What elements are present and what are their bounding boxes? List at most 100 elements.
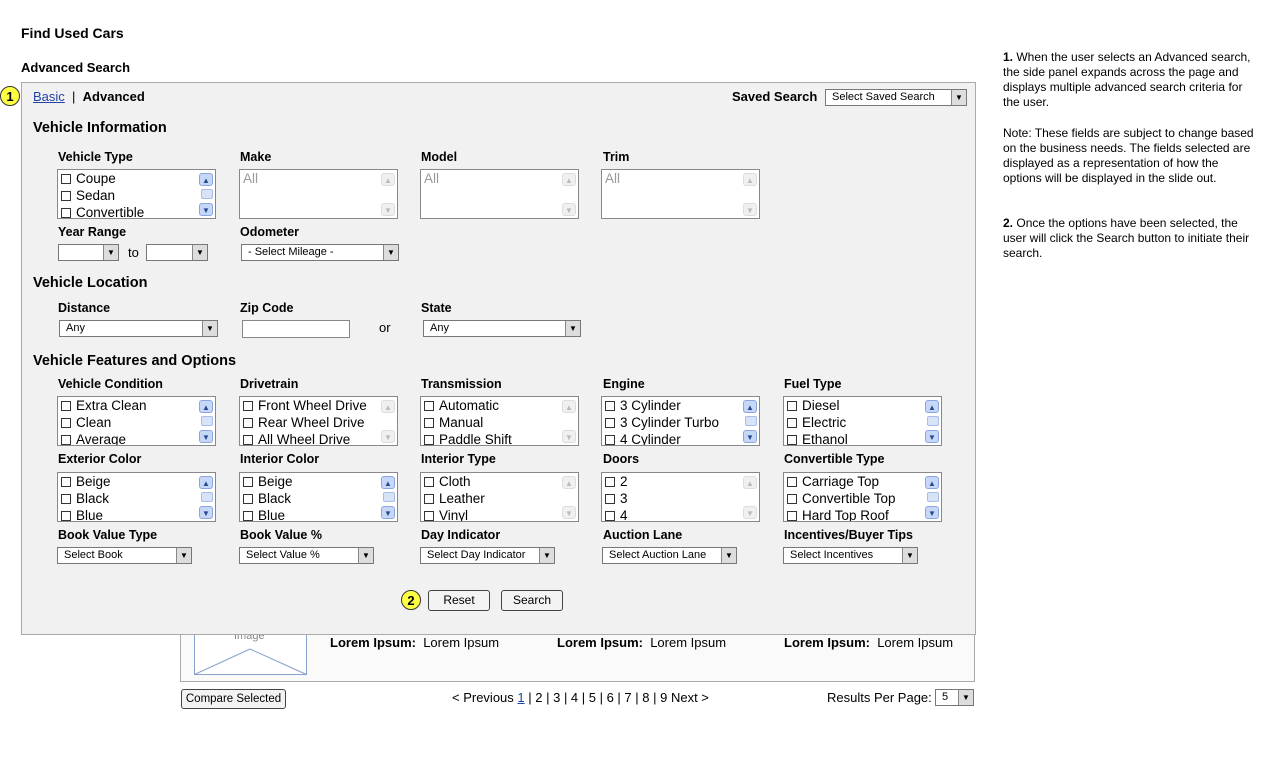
distance-select[interactable]: Any ▼ xyxy=(59,320,218,337)
chevron-up-icon[interactable]: ▲ xyxy=(381,476,395,489)
book-value-pct-select[interactable]: Select Value % ▼ xyxy=(239,547,374,564)
checkbox[interactable] xyxy=(243,493,253,504)
state-select[interactable]: Any ▼ xyxy=(423,320,581,337)
list-item[interactable]: Hard Top Roof xyxy=(787,507,923,521)
checkbox[interactable] xyxy=(605,476,615,487)
chevron-up-icon[interactable]: ▲ xyxy=(381,173,395,186)
checkbox[interactable] xyxy=(787,400,797,411)
checkbox[interactable] xyxy=(61,510,71,521)
scroll-thumb[interactable] xyxy=(201,189,213,199)
list-item[interactable]: Coupe xyxy=(61,170,197,187)
list-item[interactable]: Black xyxy=(243,490,379,507)
search-button[interactable]: Search xyxy=(501,590,563,611)
checkbox[interactable] xyxy=(787,417,797,428)
model-list[interactable]: All ▲ ▼ xyxy=(420,169,579,219)
chevron-up-icon[interactable]: ▲ xyxy=(925,400,939,413)
chevron-up-icon[interactable]: ▲ xyxy=(743,400,757,413)
vehicle-condition-list[interactable]: Extra Clean Clean Average ▲ ▼ xyxy=(57,396,216,446)
checkbox[interactable] xyxy=(61,417,71,428)
checkbox[interactable] xyxy=(605,400,615,411)
chevron-up-icon[interactable]: ▲ xyxy=(199,173,213,186)
list-item[interactable]: Clean xyxy=(61,414,197,431)
interior-type-list[interactable]: Cloth Leather Vinyl ▲ ▼ xyxy=(420,472,579,522)
checkbox[interactable] xyxy=(243,417,253,428)
scroll-thumb[interactable] xyxy=(383,492,395,502)
checkbox[interactable] xyxy=(605,510,615,521)
checkbox[interactable] xyxy=(605,493,615,504)
checkbox[interactable] xyxy=(605,417,615,428)
chevron-up-icon[interactable]: ▲ xyxy=(199,476,213,489)
list-item[interactable]: Leather xyxy=(424,490,560,507)
checkbox[interactable] xyxy=(243,476,253,487)
scrollbar[interactable]: ▲ ▼ xyxy=(925,398,940,444)
list-item[interactable]: Beige xyxy=(243,473,379,490)
scrollbar[interactable]: ▲ ▼ xyxy=(743,171,758,217)
chevron-down-icon[interactable]: ▼ xyxy=(381,506,395,519)
scrollbar[interactable]: ▲ ▼ xyxy=(199,398,214,444)
year-from-select[interactable]: ▼ xyxy=(58,244,119,261)
zip-code-input[interactable] xyxy=(242,320,350,338)
make-list[interactable]: All ▲ ▼ xyxy=(239,169,398,219)
scrollbar[interactable]: ▲ ▼ xyxy=(199,171,214,217)
checkbox[interactable] xyxy=(424,476,434,487)
odometer-select[interactable]: - Select Mileage - ▼ xyxy=(241,244,399,261)
checkbox[interactable] xyxy=(61,190,71,201)
list-item[interactable]: Beige xyxy=(61,473,197,490)
book-value-type-select[interactable]: Select Book ▼ xyxy=(57,547,192,564)
list-item[interactable]: Extra Clean xyxy=(61,397,197,414)
list-item[interactable]: Average xyxy=(61,431,197,445)
year-to-select[interactable]: ▼ xyxy=(146,244,208,261)
list-item[interactable]: Vinyl xyxy=(424,507,560,521)
vehicle-type-list[interactable]: Coupe Sedan Convertible ▲ ▼ xyxy=(57,169,216,219)
checkbox[interactable] xyxy=(424,510,434,521)
results-per-page-select[interactable]: 5 ▼ xyxy=(935,689,974,706)
engine-list[interactable]: 3 Cylinder 3 Cylinder Turbo 4 Cylinder ▲… xyxy=(601,396,760,446)
scroll-thumb[interactable] xyxy=(927,492,939,502)
incentives-select[interactable]: Select Incentives ▼ xyxy=(783,547,918,564)
scrollbar[interactable]: ▲ ▼ xyxy=(381,171,396,217)
convertible-type-list[interactable]: Carriage Top Convertible Top Hard Top Ro… xyxy=(783,472,942,522)
list-item[interactable]: Cloth xyxy=(424,473,560,490)
chevron-down-icon[interactable]: ▼ xyxy=(743,506,757,519)
list-item[interactable]: 3 Cylinder Turbo xyxy=(605,414,741,431)
list-item[interactable]: Diesel xyxy=(787,397,923,414)
list-item[interactable]: Carriage Top xyxy=(787,473,923,490)
checkbox[interactable] xyxy=(605,434,615,445)
chevron-up-icon[interactable]: ▲ xyxy=(562,476,576,489)
chevron-down-icon[interactable]: ▼ xyxy=(925,506,939,519)
list-item[interactable]: Ethanol xyxy=(787,431,923,445)
chevron-down-icon[interactable]: ▼ xyxy=(199,506,213,519)
checkbox[interactable] xyxy=(787,510,797,521)
list-item[interactable]: 3 xyxy=(605,490,741,507)
chevron-down-icon[interactable]: ▼ xyxy=(562,506,576,519)
chevron-up-icon[interactable]: ▲ xyxy=(199,400,213,413)
chevron-up-icon[interactable]: ▲ xyxy=(743,173,757,186)
chevron-down-icon[interactable]: ▼ xyxy=(199,203,213,216)
scrollbar[interactable]: ▲ ▼ xyxy=(925,474,940,520)
chevron-up-icon[interactable]: ▲ xyxy=(562,173,576,186)
checkbox[interactable] xyxy=(61,207,71,218)
checkbox[interactable] xyxy=(424,493,434,504)
pagination-pages[interactable]: | 2 | 3 | 4 | 5 | 6 | 7 | 8 | 9 xyxy=(528,690,667,705)
list-item[interactable]: Paddle Shift xyxy=(424,431,560,445)
pagination-next[interactable]: Next > xyxy=(671,690,709,705)
list-item[interactable]: 2 xyxy=(605,473,741,490)
chevron-up-icon[interactable]: ▲ xyxy=(562,400,576,413)
list-item[interactable]: 3 Cylinder xyxy=(605,397,741,414)
chevron-down-icon[interactable]: ▼ xyxy=(562,430,576,443)
interior-color-list[interactable]: Beige Black Blue ▲ ▼ xyxy=(239,472,398,522)
chevron-down-icon[interactable]: ▼ xyxy=(743,430,757,443)
checkbox[interactable] xyxy=(787,434,797,445)
checkbox[interactable] xyxy=(243,434,253,445)
checkbox[interactable] xyxy=(61,476,71,487)
checkbox[interactable] xyxy=(424,400,434,411)
list-item[interactable]: Convertible xyxy=(61,204,197,218)
checkbox[interactable] xyxy=(243,400,253,411)
auction-lane-select[interactable]: Select Auction Lane ▼ xyxy=(602,547,737,564)
list-item[interactable]: All Wheel Drive xyxy=(243,431,379,445)
list-item[interactable]: Rear Wheel Drive xyxy=(243,414,379,431)
compare-selected-button[interactable]: Compare Selected xyxy=(181,689,286,709)
checkbox[interactable] xyxy=(424,417,434,428)
list-item[interactable]: Blue xyxy=(61,507,197,521)
checkbox[interactable] xyxy=(61,434,71,445)
